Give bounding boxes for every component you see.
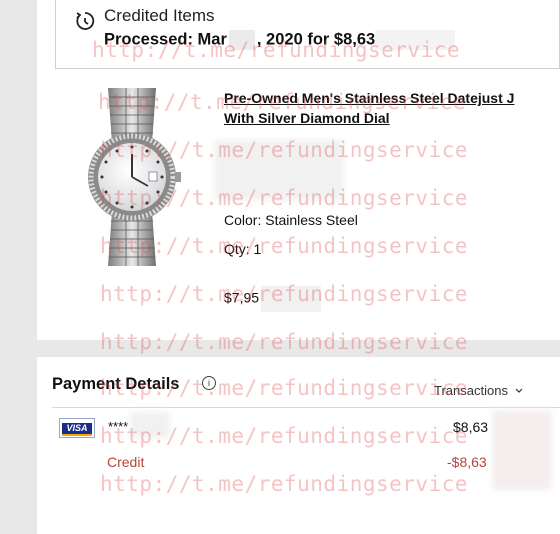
masked-card-number: **** [108, 419, 129, 434]
info-icon[interactable]: i [202, 376, 216, 390]
credit-amount: -$8,63 [447, 454, 487, 470]
transactions-label[interactable]: Transactions [434, 383, 508, 398]
chevron-down-icon[interactable] [514, 387, 524, 395]
redacted-block [214, 140, 344, 200]
visa-icon: VISA [59, 418, 95, 438]
payment-amount: $8,63 [453, 419, 489, 435]
processed-status: Processed: Mar , 2020 for $8,63 [104, 30, 456, 50]
redacted-date [228, 30, 255, 50]
product-title-line2[interactable]: With Silver Diamond Dial [224, 108, 560, 128]
product-color: Color: Stainless Steel [224, 212, 358, 228]
product-price-value: $7,95 [224, 289, 260, 306]
transactions-dropdown[interactable]: Transactions [434, 383, 524, 398]
credited-items-title: Credited Items [104, 6, 215, 25]
redacted-block [492, 410, 552, 490]
refresh-icon [76, 12, 95, 30]
product-image[interactable] [78, 88, 186, 266]
processed-suffix: , 2020 for $8,63 [256, 30, 376, 49]
product-title-link[interactable]: Pre-Owned Men's Stainless Steel Datejust… [224, 88, 560, 128]
product-qty: Qty: 1 [224, 241, 262, 257]
processed-prefix: Processed: Mar [104, 30, 227, 49]
divider [52, 407, 560, 408]
credit-label: Credit [107, 454, 145, 470]
product-title-line1[interactable]: Pre-Owned Men's Stainless Steel Datejust… [224, 88, 560, 108]
redacted-price [261, 286, 322, 312]
redacted-amount [375, 30, 456, 50]
payment-details-title: Payment Details [52, 375, 180, 393]
product-price: $7,95 [224, 286, 322, 312]
visa-brand: VISA [62, 423, 92, 434]
redacted-block [130, 412, 170, 438]
visa-stripe [62, 434, 92, 436]
